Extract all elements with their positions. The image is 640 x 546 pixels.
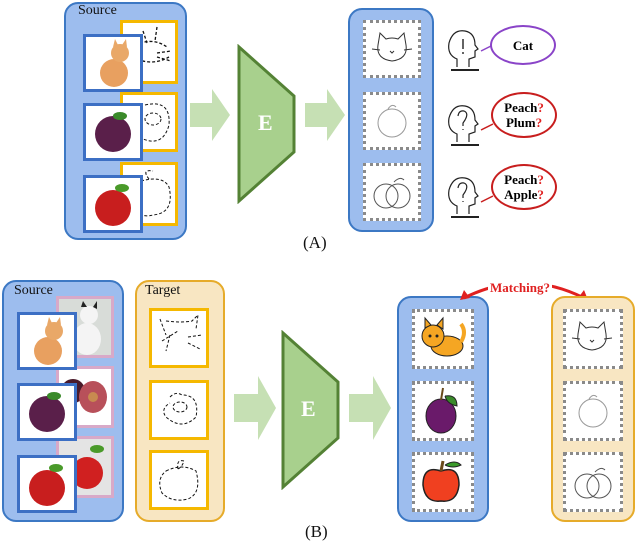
panel-b-source-photo-cat bbox=[17, 312, 77, 370]
question-mark: ? bbox=[537, 172, 544, 187]
panel-b-output-cat bbox=[412, 309, 474, 369]
apple-sketch-icon bbox=[159, 460, 199, 501]
panel-a-encoder-label: E bbox=[258, 110, 273, 135]
peach-sketch-icon bbox=[578, 394, 608, 428]
matching-label: Matching? bbox=[488, 280, 552, 296]
plum-photo-icon bbox=[95, 112, 131, 152]
prediction-text: Peach bbox=[504, 172, 538, 187]
panel-b-target-output-peach bbox=[563, 381, 623, 441]
question-mark: ? bbox=[537, 100, 544, 115]
question-mark: ? bbox=[535, 115, 543, 130]
panel-a-source-photo-apple bbox=[83, 175, 143, 233]
prediction-3: Peach? Apple? bbox=[445, 164, 565, 222]
prediction-1: Cat bbox=[445, 25, 565, 75]
panel-b-caption: (B) bbox=[305, 522, 328, 541]
panel-a-input-arrow bbox=[190, 89, 230, 141]
prediction-text: Apple bbox=[504, 187, 538, 202]
panel-b-target-sketch-plum bbox=[149, 380, 209, 440]
cat-sketch-icon bbox=[571, 320, 613, 351]
panel-b-target-sketch-cat bbox=[149, 308, 209, 368]
cat-sketch-icon bbox=[159, 313, 203, 352]
speech-bubble-peach-plum: Peach? Plum? bbox=[491, 92, 557, 138]
panel-b-target-output-apple-peach bbox=[563, 452, 623, 512]
plum-cartoon-icon bbox=[425, 387, 458, 434]
plum-sketch-icon bbox=[163, 392, 198, 425]
peach-sketch-icon bbox=[377, 104, 407, 138]
prediction-text: Cat bbox=[512, 37, 534, 53]
panel-a-caption: (A) bbox=[303, 233, 327, 252]
prediction-text: Plum bbox=[505, 115, 536, 130]
panel-a-output-arrow bbox=[305, 89, 345, 141]
panel-b-target-sketch-apple bbox=[149, 450, 209, 510]
speech-bubble-peach-apple: Peach? Apple? bbox=[491, 164, 557, 210]
apple-photo-icon bbox=[95, 184, 131, 226]
apple-peach-sketch-icon bbox=[574, 467, 612, 499]
question-mark: ? bbox=[537, 187, 544, 202]
panel-b-output-arrow bbox=[349, 376, 391, 440]
panel-b-source-photo-apple bbox=[17, 455, 77, 513]
panel-a-source-photo-plum bbox=[83, 103, 143, 161]
panel-a-source-photo-cat bbox=[83, 34, 143, 92]
speech-bubble-cat: Cat bbox=[490, 25, 556, 65]
panel-a-output-peach bbox=[363, 92, 421, 150]
panel-a-source-title: Source bbox=[78, 3, 117, 18]
apple-cartoon-icon bbox=[422, 460, 462, 502]
prediction-2: Peach? Plum? bbox=[445, 92, 565, 150]
panel-b-target-output-cat bbox=[563, 309, 623, 369]
panel-b-input-arrow bbox=[234, 376, 276, 440]
panel-b-source-photo-plum bbox=[17, 383, 77, 441]
apple-peach-sketch-icon bbox=[373, 177, 411, 209]
cat-sketch-icon bbox=[371, 31, 413, 62]
cat-cartoon-icon bbox=[421, 316, 466, 357]
plum-photo-icon bbox=[29, 392, 65, 432]
panel-a-output-cat bbox=[363, 20, 421, 78]
apple-photo-icon bbox=[29, 464, 65, 506]
panel-a-output-apple-peach bbox=[363, 163, 421, 221]
panel-b-output-apple bbox=[412, 452, 474, 512]
panel-b-source-title: Source bbox=[14, 283, 53, 298]
panel-b-output-plum bbox=[412, 381, 474, 441]
cat-photo-icon bbox=[34, 317, 63, 365]
panel-b-target-title: Target bbox=[145, 283, 181, 298]
panel-b-encoder-label: E bbox=[301, 396, 316, 421]
prediction-text: Peach bbox=[504, 100, 538, 115]
cat-photo-icon bbox=[100, 39, 129, 87]
